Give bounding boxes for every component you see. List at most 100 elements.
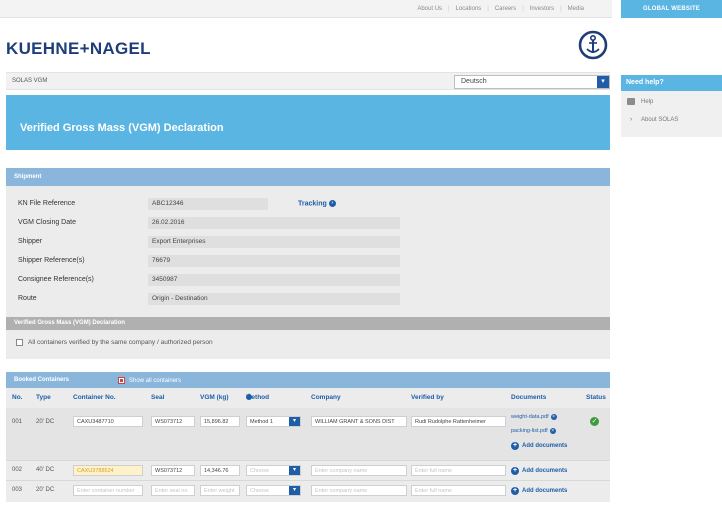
row-no: 003	[12, 487, 23, 493]
add-documents-button[interactable]: + Add documents	[511, 467, 567, 475]
top-link-investors[interactable]: Investors	[524, 6, 560, 12]
breadcrumb[interactable]: SOLAS VGM	[12, 78, 47, 84]
field-value: 26.02.2016	[148, 217, 400, 229]
show-all-label: Show all containers	[129, 377, 182, 384]
field-shipper-reference: Shipper Reference(s) 76679	[18, 255, 408, 267]
brand-logo[interactable]: KUEHNE+NAGEL	[6, 39, 151, 59]
tracking-link[interactable]: Tracking ›	[298, 200, 336, 207]
field-label: Route	[18, 295, 37, 302]
book-icon	[627, 98, 635, 105]
field-vgm-closing-date: VGM Closing Date 26.02.2016	[18, 217, 408, 229]
field-kn-file-reference: KN File Reference ABC12346 Tracking ›	[18, 198, 408, 210]
shipment-title: Shipment	[6, 168, 610, 186]
seal-input[interactable]: Enter seal no	[151, 485, 195, 496]
col-seal: Seal	[151, 394, 165, 401]
vgm-section-title: Verified Gross Mass (VGM) Declaration	[6, 317, 610, 330]
verified-by-input[interactable]: Rudi Rudolphe Rattenheimer	[411, 416, 506, 427]
add-documents-button[interactable]: + Add documents	[511, 487, 567, 495]
container-no-input[interactable]: CAXU3487710	[73, 416, 143, 427]
seal-input[interactable]: WS073712	[151, 416, 195, 427]
container-no-input[interactable]: Enter container number	[73, 485, 143, 496]
document-link[interactable]: weight-data.pdf ×	[511, 414, 557, 420]
sidebar-item-label: About SOLAS	[641, 116, 679, 123]
anchor-logo-icon	[578, 30, 608, 60]
status-check-icon: ✓	[590, 417, 599, 426]
vgm-input[interactable]: 14,346.76	[200, 465, 240, 476]
sidebar-item-help[interactable]: Help	[627, 98, 653, 105]
sidebar-item-label: Help	[641, 98, 654, 105]
table-row: 002 40' DC CAXU3788524 WS073712 14,346.7…	[6, 460, 610, 480]
plus-icon: +	[511, 467, 519, 475]
verified-by-input[interactable]: Enter full name	[411, 485, 506, 496]
sub-navigation: SOLAS VGM Deutsch ▾	[6, 72, 610, 90]
field-route: Route Origin - Destination	[18, 293, 408, 305]
plus-icon: +	[511, 442, 519, 450]
seal-input[interactable]: WS073712	[151, 465, 195, 476]
row-type: 20' DC	[36, 419, 55, 425]
row-no: 001	[12, 419, 23, 425]
row-type: 20' DC	[36, 487, 55, 493]
row-no: 002	[12, 467, 23, 473]
field-value: Export Enterprises	[148, 236, 400, 248]
field-shipper: Shipper Export Enterprises	[18, 236, 408, 248]
field-value: Origin - Destination	[148, 293, 400, 305]
col-documents: Documents	[511, 394, 547, 401]
row-type: 40' DC	[36, 467, 55, 473]
chevron-down-icon[interactable]: ▾	[289, 466, 300, 475]
col-no: No.	[12, 394, 23, 401]
chevron-down-icon[interactable]: ▾	[597, 76, 609, 88]
company-input[interactable]: Enter company name	[311, 485, 407, 496]
method-select[interactable]: Method 1 ▾	[246, 416, 301, 427]
show-all-toggle[interactable]: Show all containers	[118, 377, 181, 384]
container-no-input[interactable]: CAXU3788524	[73, 465, 143, 476]
global-website-button[interactable]: GLOBAL WEBSITE	[621, 0, 722, 18]
col-status: Status	[586, 394, 606, 401]
col-verified-by: Verified by	[411, 394, 444, 401]
table-row: 001 20' DC CAXU3487710 WS073712 15,896.8…	[6, 408, 610, 460]
method-select[interactable]: Choose ▾	[246, 485, 301, 496]
same-company-option[interactable]: All containers verified by the same comp…	[16, 339, 213, 346]
top-link-about[interactable]: About Us	[411, 6, 448, 12]
document-link[interactable]: packing-list.pdf ×	[511, 428, 556, 434]
language-selected: Deutsch	[461, 78, 487, 85]
vgm-input[interactable]: 15,896.82	[200, 416, 240, 427]
company-input[interactable]: WILLIAM GRANT & SONS DIST	[311, 416, 407, 427]
top-link-locations[interactable]: Locations	[450, 6, 488, 12]
table-row: 003 20' DC Enter container number Enter …	[6, 480, 610, 500]
info-icon[interactable]: i	[246, 393, 252, 400]
field-value: ABC12346	[148, 198, 268, 210]
col-container-no: Container No.	[73, 394, 116, 401]
chevron-down-icon[interactable]: ▾	[289, 417, 300, 426]
field-label: KN File Reference	[18, 200, 76, 207]
booked-containers-panel: Booked Containers Show all containers No…	[6, 372, 610, 502]
help-panel: Help › About SOLAS	[621, 91, 722, 137]
language-select[interactable]: Deutsch ▾	[454, 75, 610, 89]
close-icon[interactable]: ×	[550, 414, 557, 420]
field-label: Shipper	[18, 238, 43, 245]
show-all-checkbox[interactable]	[118, 377, 125, 384]
field-consignee-reference: Consignee Reference(s) 3450987	[18, 274, 408, 286]
same-company-label: All containers verified by the same comp…	[28, 339, 213, 346]
booked-header: Booked Containers Show all containers	[6, 372, 610, 388]
method-select[interactable]: Choose ▾	[246, 465, 301, 476]
vgm-input[interactable]: Enter weight	[200, 485, 240, 496]
page-title: Verified Gross Mass (VGM) Declaration	[20, 122, 224, 134]
close-icon[interactable]: ×	[549, 428, 556, 434]
field-label: VGM Closing Date	[18, 219, 76, 226]
same-company-checkbox[interactable]	[16, 339, 23, 346]
add-documents-button[interactable]: + Add documents	[511, 442, 567, 450]
verified-by-input[interactable]: Enter full name	[411, 465, 506, 476]
help-title: Need help?	[621, 75, 722, 91]
col-type[interactable]: Type	[36, 394, 51, 401]
booked-title: Booked Containers	[14, 377, 70, 383]
plus-icon: +	[511, 487, 519, 495]
chevron-down-icon[interactable]: ▾	[289, 486, 300, 495]
page-banner: Verified Gross Mass (VGM) Declaration	[6, 95, 610, 150]
top-link-careers[interactable]: Careers	[489, 6, 522, 12]
company-input[interactable]: Enter company name	[311, 465, 407, 476]
col-company: Company	[311, 394, 341, 401]
top-link-media[interactable]: Media	[562, 6, 590, 12]
table-header: No. Type Container No. Seal VGM (kg) Met…	[12, 393, 606, 401]
field-value: 76679	[148, 255, 400, 267]
sidebar-item-about-solas[interactable]: › About SOLAS	[627, 116, 679, 123]
